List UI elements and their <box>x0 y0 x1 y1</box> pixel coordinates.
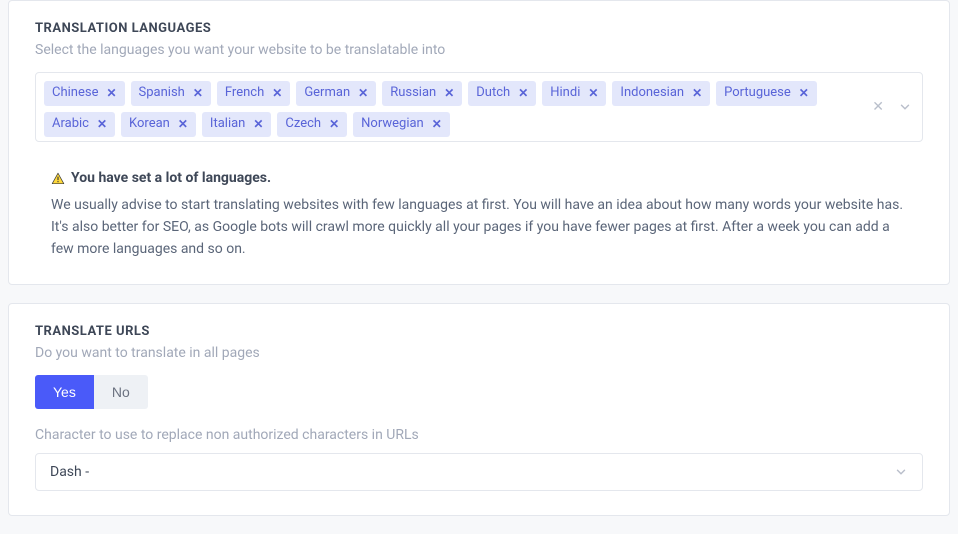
chevron-down-icon[interactable] <box>894 465 908 479</box>
chip-label: German <box>304 85 350 102</box>
chip-label: Dutch <box>476 85 510 102</box>
chip-label: Chinese <box>52 85 98 102</box>
warning-title: You have set a lot of languages. <box>71 168 271 190</box>
language-chip: Czech ✕ <box>277 112 347 137</box>
language-chip: German ✕ <box>296 81 376 106</box>
remove-chip-icon[interactable]: ✕ <box>444 86 454 102</box>
section-title: TRANSLATION LANGUAGES <box>35 21 923 36</box>
char-replace-label: Character to use to replace non authoriz… <box>35 427 923 443</box>
chip-label: Italian <box>210 116 245 133</box>
remove-chip-icon[interactable]: ✕ <box>272 86 282 102</box>
chip-label: Portuguese <box>724 85 791 102</box>
language-chip: Norwegian ✕ <box>353 112 450 137</box>
multiselect-actions: ✕ <box>872 99 912 115</box>
remove-chip-icon[interactable]: ✕ <box>193 86 203 102</box>
language-chip: Chinese ✕ <box>44 81 125 106</box>
language-chip: Spanish ✕ <box>131 81 211 106</box>
remove-chip-icon[interactable]: ✕ <box>178 117 188 133</box>
remove-chip-icon[interactable]: ✕ <box>432 117 442 133</box>
languages-multiselect[interactable]: Chinese✕Spanish✕French✕German✕Russian✕Du… <box>35 72 923 142</box>
chip-label: Arabic <box>52 116 89 133</box>
chip-label: Indonesian <box>620 85 684 102</box>
language-chip: Hindi ✕ <box>542 81 606 106</box>
language-chip: French ✕ <box>217 81 290 106</box>
chip-label: Norwegian <box>361 116 424 133</box>
chevron-down-icon[interactable] <box>898 100 912 114</box>
section-subtitle: Do you want to translate in all pages <box>35 345 923 361</box>
remove-chip-icon[interactable]: ✕ <box>518 86 528 102</box>
yes-no-toggle: Yes No <box>35 375 923 409</box>
chip-label: French <box>225 85 264 102</box>
warning-icon <box>51 172 65 186</box>
language-chip: Indonesian ✕ <box>612 81 710 106</box>
remove-chip-icon[interactable]: ✕ <box>253 117 263 133</box>
yes-button[interactable]: Yes <box>35 375 94 409</box>
selected-value: Dash - <box>50 464 89 480</box>
no-button[interactable]: No <box>94 375 148 409</box>
language-chip: Dutch ✕ <box>468 81 536 106</box>
remove-chip-icon[interactable]: ✕ <box>106 86 116 102</box>
warning-block: You have set a lot of languages. We usua… <box>51 168 907 261</box>
section-title: TRANSLATE URLS <box>35 324 923 339</box>
language-chip: Korean ✕ <box>121 112 196 137</box>
remove-chip-icon[interactable]: ✕ <box>588 86 598 102</box>
section-subtitle: Select the languages you want your websi… <box>35 42 923 58</box>
language-chip: Arabic ✕ <box>44 112 115 137</box>
remove-chip-icon[interactable]: ✕ <box>799 86 809 102</box>
remove-chip-icon[interactable]: ✕ <box>358 86 368 102</box>
chip-label: Russian <box>390 85 436 102</box>
chip-label: Hindi <box>550 85 580 102</box>
warning-body: We usually advise to start translating w… <box>51 195 907 260</box>
remove-chip-icon[interactable]: ✕ <box>329 117 339 133</box>
language-chip: Russian ✕ <box>382 81 462 106</box>
chip-label: Korean <box>129 116 170 133</box>
clear-all-icon[interactable]: ✕ <box>872 99 884 115</box>
chip-label: Spanish <box>139 85 185 102</box>
translate-urls-card: TRANSLATE URLS Do you want to translate … <box>8 303 950 516</box>
remove-chip-icon[interactable]: ✕ <box>692 86 702 102</box>
language-chip: Portuguese ✕ <box>716 81 817 106</box>
chip-label: Czech <box>285 116 321 133</box>
remove-chip-icon[interactable]: ✕ <box>97 117 107 133</box>
language-chip: Italian ✕ <box>202 112 272 137</box>
translation-languages-card: TRANSLATION LANGUAGES Select the languag… <box>8 0 950 285</box>
char-select[interactable]: Dash - <box>35 453 923 491</box>
